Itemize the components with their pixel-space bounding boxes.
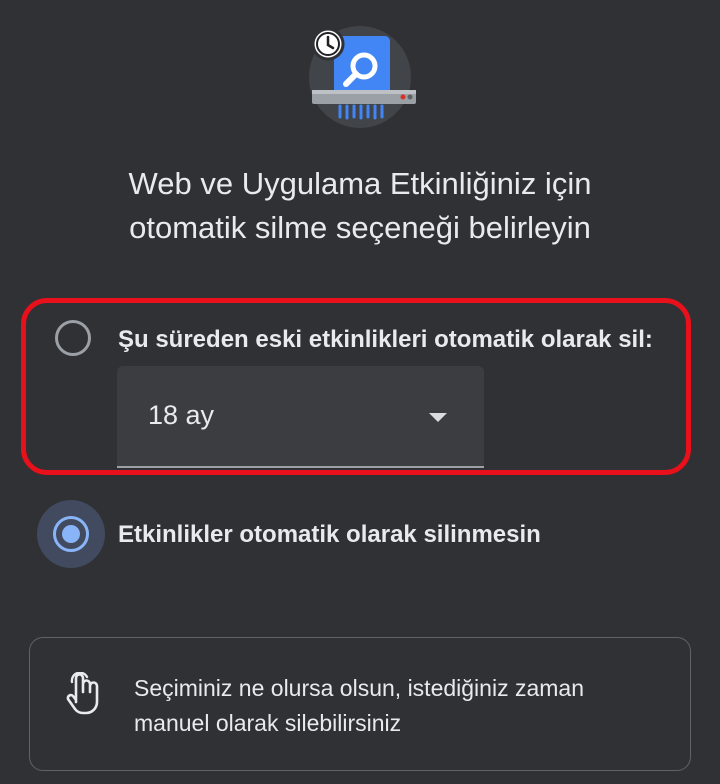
info-text-line1: Seçiminiz ne olursa olsun, istediğiniz z… — [134, 675, 584, 701]
chevron-down-icon — [429, 413, 447, 422]
activity-shredder-icon — [309, 26, 416, 128]
no-auto-delete-label[interactable]: Etkinlikler otomatik olarak silinmesin — [118, 521, 541, 549]
info-card: Seçiminiz ne olursa olsun, istediğiniz z… — [29, 637, 691, 771]
auto-delete-label[interactable]: Şu süreden eski etkinlikleri otomatik ol… — [118, 326, 653, 354]
page-title-line2: otomatik silme seçeneği belirleyin — [129, 210, 591, 245]
page-title-line1: Web ve Uygulama Etkinliğiniz için — [128, 166, 592, 201]
info-text-line2: manuel olarak silebilirsiniz — [134, 710, 402, 736]
auto-delete-radio[interactable] — [55, 320, 91, 356]
page-title: Web ve Uygulama Etkinliğiniz için otomat… — [60, 162, 660, 250]
auto-delete-period-select[interactable]: 18 ay — [117, 366, 484, 468]
hand-touch-icon — [66, 672, 99, 715]
info-text: Seçiminiz ne olursa olsun, istediğiniz z… — [134, 671, 674, 741]
select-value: 18 ay — [148, 400, 215, 430]
no-auto-delete-radio[interactable] — [53, 516, 89, 552]
